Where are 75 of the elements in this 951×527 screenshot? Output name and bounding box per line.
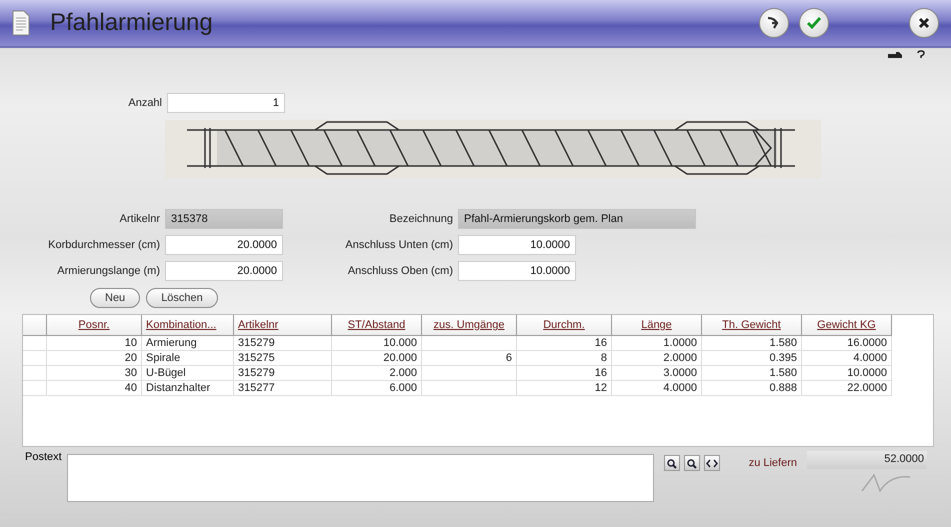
column-header[interactable]: zus. Umgänge (422, 315, 516, 336)
field-label: Anschluss Unten (cm) (344, 239, 453, 251)
table-cell: Distanzhalter (146, 382, 210, 394)
help-icon[interactable] (917, 50, 925, 60)
column-header[interactable]: ST/Abstand (332, 315, 422, 336)
table-cell: 30 (124, 367, 137, 379)
forward-button[interactable] (759, 8, 789, 38)
table-cell: 1.580 (769, 337, 797, 349)
column-header[interactable]: Posnr. (46, 315, 142, 336)
table-cell: 10 (124, 337, 137, 349)
field-label: Armierungslange (m) (56, 265, 160, 277)
table-cell: 3.0000 (663, 367, 697, 379)
action-button[interactable]: Neu (90, 288, 140, 308)
search-button[interactable] (664, 455, 680, 471)
checkmark-icon (806, 16, 822, 30)
field-label: Bezeichnung (388, 213, 453, 225)
table-cell: 16 (594, 367, 607, 379)
input-field[interactable]: 20.0000 (165, 261, 283, 281)
table-cell: Spirale (146, 352, 180, 364)
table-cell: 315277 (238, 382, 275, 394)
table-cell: U-Bügel (146, 367, 186, 379)
readonly-field: Pfahl-Armierungskorb gem. Plan (458, 209, 696, 229)
table-cell: 40 (124, 382, 137, 394)
expand-button[interactable] (704, 455, 720, 471)
field-label: Anschluss Oben (cm) (346, 265, 453, 277)
table-cell: 1.0000 (663, 337, 697, 349)
table-cell: Armierung (146, 337, 197, 349)
column-header[interactable]: Kombination... (142, 315, 234, 336)
zoom-button[interactable] (684, 455, 700, 471)
column-header[interactable]: Gewicht KG (802, 315, 892, 336)
table-cell: 0.888 (769, 382, 797, 394)
table-cell: 10.0000 (847, 367, 887, 379)
search-icon (666, 458, 678, 468)
table-cell: 315279 (238, 367, 275, 379)
table-cell: 0.395 (769, 352, 797, 364)
column-header[interactable]: Th. Gewicht (702, 315, 802, 336)
table-cell: 6 (506, 352, 512, 364)
table-cell: 4.0000 (853, 352, 887, 364)
action-button[interactable]: Löschen (146, 288, 218, 308)
readonly-field: 315378 (165, 209, 283, 229)
field-label: Korbdurchmesser (cm) (47, 239, 160, 251)
table-cell: 20.000 (383, 352, 417, 364)
table-cell: 315275 (238, 352, 275, 364)
magnifier-icon (686, 458, 698, 468)
table-cell: 16.0000 (847, 337, 887, 349)
input-field[interactable]: 10.0000 (458, 235, 576, 255)
table-cell: 4.0000 (663, 382, 697, 394)
table-cell: 1.580 (769, 367, 797, 379)
table-cell: 16 (594, 337, 607, 349)
field-label: Postext (25, 451, 62, 463)
table-cell: 20 (124, 352, 137, 364)
arrows-icon (706, 458, 718, 468)
field-label: Anzahl (127, 97, 162, 109)
input-field[interactable]: 20.0000 (165, 235, 283, 255)
table-cell: 2.0000 (663, 352, 697, 364)
close-icon (917, 16, 931, 30)
window-title: Pfahlarmierung (50, 9, 214, 37)
table-cell: 8 (600, 352, 607, 364)
input-field[interactable]: 1 (167, 93, 285, 113)
column-header[interactable]: Länge (612, 315, 702, 336)
table-cell: 10.000 (383, 337, 417, 349)
field-label: Artikelnr (118, 213, 160, 225)
table-cell: 6.000 (389, 382, 417, 394)
close-button[interactable] (909, 8, 939, 38)
table-cell: 2.000 (389, 367, 417, 379)
column-header[interactable]: Durchm. (516, 315, 612, 336)
input-field[interactable]: 10.0000 (458, 261, 576, 281)
document-icon (12, 10, 30, 36)
table-cell: 315279 (238, 337, 275, 349)
field-label: zu Liefern (748, 457, 797, 469)
table-cell: 22.0000 (847, 382, 887, 394)
total-field: 52.0000 (807, 451, 927, 469)
column-header[interactable]: Artikelnr (234, 315, 332, 336)
confirm-button[interactable] (799, 8, 829, 38)
table-cell: 12 (594, 382, 607, 394)
